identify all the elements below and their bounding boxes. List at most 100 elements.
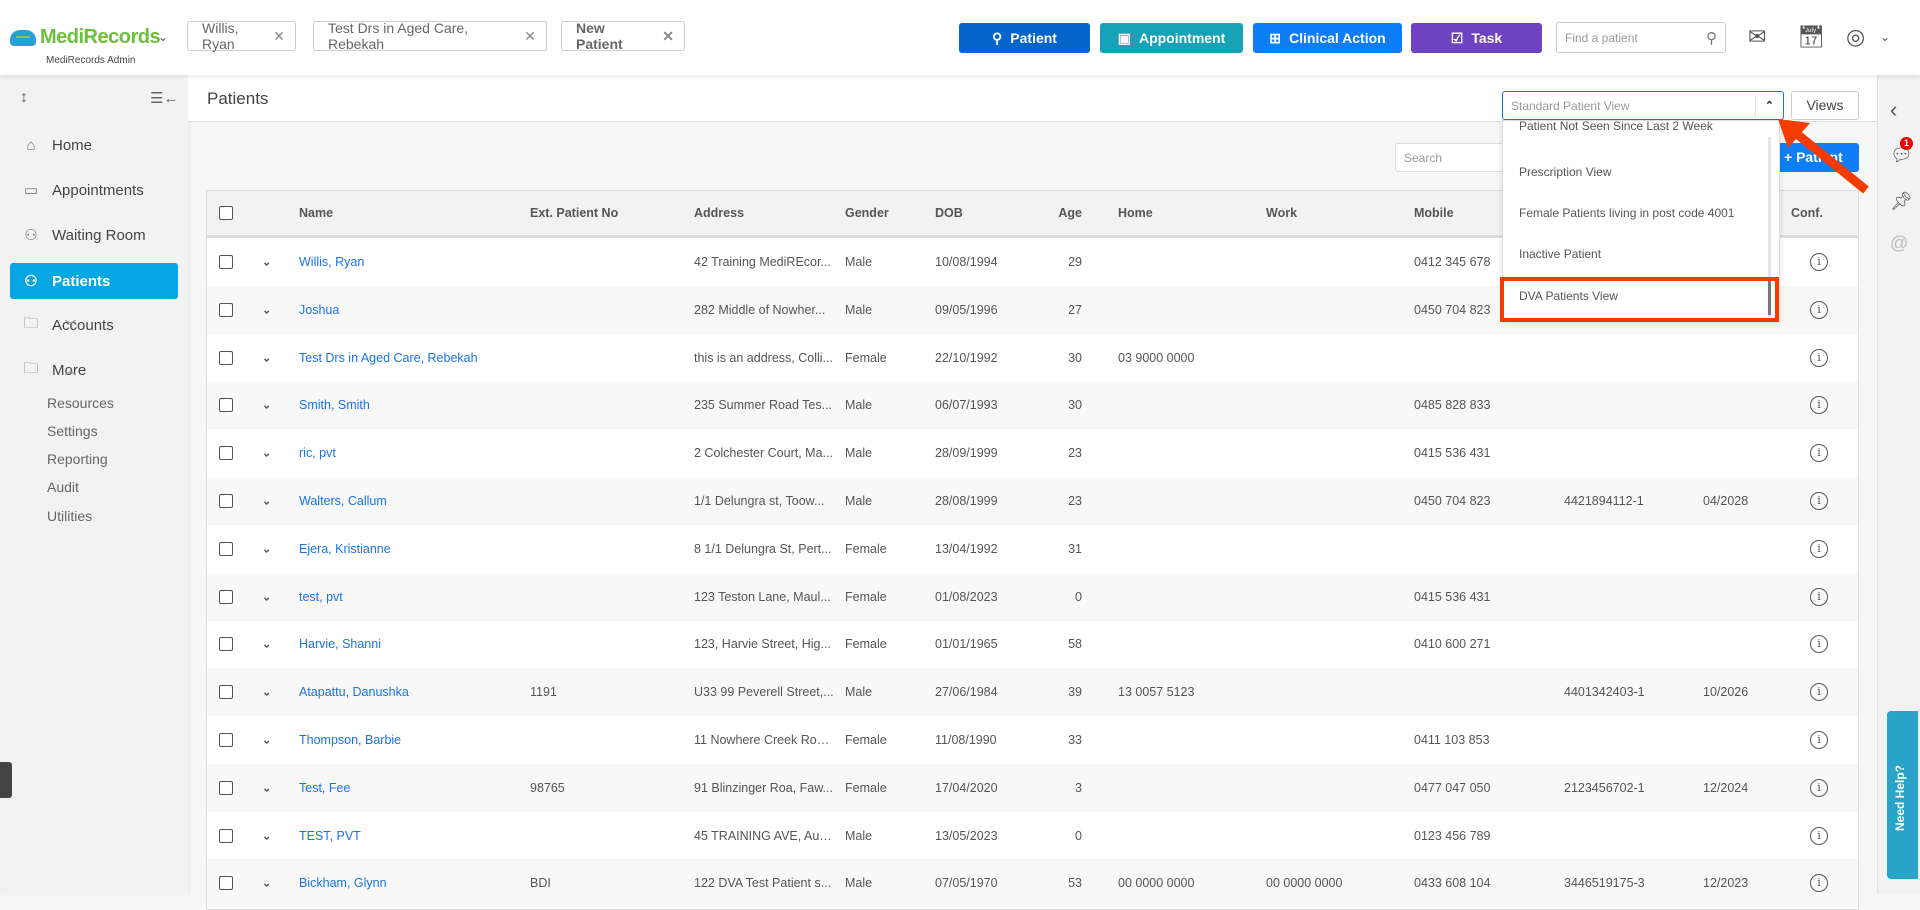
sidebar-item-patients[interactable]: ⚇ Patients [10,263,178,299]
info-icon[interactable]: i [1810,300,1828,319]
patient-tab[interactable]: Test Drs in Aged Care, Rebekah ✕ [313,20,547,52]
sidebar-item-accounts[interactable]: 🗀︎ Accounts ﹀ [10,307,178,343]
row-checkbox[interactable] [219,446,233,461]
cell-name[interactable]: Test, Fee [299,781,350,795]
expand-row-icon[interactable]: ⌄ [262,399,271,412]
expand-row-icon[interactable]: ⌄ [262,829,271,842]
cell-name[interactable]: test, pvt [299,590,343,604]
sidebar-subitem-reporting[interactable]: Reporting [47,451,108,467]
expand-row-icon[interactable]: ⌄ [262,542,271,555]
info-icon[interactable]: i [1810,778,1828,797]
column-header-ext[interactable]: Ext. Patient No [530,206,618,220]
new-appointment-button[interactable]: ▣ Appointment [1100,23,1243,53]
info-icon[interactable]: i [1810,826,1828,845]
side-drawer-handle[interactable] [0,762,12,798]
column-header-gender[interactable]: Gender [845,206,889,220]
row-checkbox[interactable] [219,637,233,652]
cell-name[interactable]: Walters, Callum [299,494,387,508]
column-header-mobile[interactable]: Mobile [1414,206,1454,220]
expand-row-icon[interactable]: ⌄ [262,734,271,747]
patient-view-select[interactable]: Standard Patient View ⌃ [1502,91,1784,120]
info-icon[interactable]: i [1810,683,1828,702]
cell-name[interactable]: Willis, Ryan [299,255,364,269]
expand-row-icon[interactable]: ⌄ [262,303,271,316]
brand-logo[interactable]: MediRecords [10,26,161,49]
expand-row-icon[interactable]: ⌄ [262,495,271,508]
info-icon[interactable]: i [1810,874,1828,893]
row-checkbox[interactable] [219,589,233,604]
row-checkbox[interactable] [219,780,233,795]
collapse-sidebar-icon[interactable]: ☰← [150,89,178,107]
dropdown-option[interactable]: Patient Not Seen Since Last 2 Week [1519,121,1713,133]
info-icon[interactable]: i [1810,253,1828,271]
calendar-check-icon[interactable]: 📅︎ [1797,24,1825,50]
cell-name[interactable]: Test Drs in Aged Care, Rebekah [299,351,478,365]
info-icon[interactable]: i [1810,492,1828,510]
need-help-tab[interactable]: Need Help? [1887,711,1918,879]
row-checkbox[interactable] [219,733,233,747]
clinical-action-button[interactable]: ⊞ Clinical Action [1253,23,1402,53]
close-icon[interactable]: ✕ [273,28,285,45]
info-icon[interactable]: i [1810,731,1828,749]
column-header-home[interactable]: Home [1118,206,1153,220]
cell-name[interactable]: Harvie, Shanni [299,637,381,651]
info-icon[interactable]: i [1810,444,1828,463]
mail-icon[interactable]: ✉ [1748,24,1766,50]
sidebar-item-waiting-room[interactable]: ⚇ Waiting Room [10,217,178,253]
info-icon[interactable]: i [1810,539,1828,558]
row-checkbox[interactable] [219,541,233,556]
find-patient-input[interactable]: Find a patient ⚲ [1556,22,1726,53]
expand-row-icon[interactable]: ⌄ [262,686,271,699]
sidebar-subitem-utilities[interactable]: Utilities [47,508,92,524]
pin-icon[interactable]: 📌︎ [1890,191,1913,212]
cell-name[interactable]: ric, pvt [299,446,336,460]
expand-row-icon[interactable]: ⌄ [262,351,271,364]
row-checkbox[interactable] [219,350,233,365]
patient-tab[interactable]: Willis, Ryan ✕ [187,20,296,52]
cell-name[interactable]: Atapattu, Danushka [299,685,409,699]
expand-row-icon[interactable]: ⌄ [262,877,271,890]
table-search-input[interactable]: Search [1395,143,1505,172]
column-header-work[interactable]: Work [1266,206,1297,220]
row-checkbox[interactable] [219,398,233,413]
new-patient-button[interactable]: ⚲ Patient [959,23,1090,53]
new-patient-tab[interactable]: New Patient ✕ [561,20,685,52]
row-checkbox[interactable] [219,876,233,891]
row-checkbox[interactable] [219,828,233,843]
sidebar-subitem-resources[interactable]: Resources [47,395,114,411]
cell-name[interactable]: Thompson, Barbie [299,733,401,747]
cell-name[interactable]: Joshua [299,303,339,317]
info-icon[interactable]: i [1810,396,1828,415]
user-icon[interactable]: ◎ [1846,24,1865,50]
chevron-down-icon[interactable]: ⌄ [1880,30,1890,44]
select-all-checkbox[interactable] [219,206,233,220]
row-checkbox[interactable] [219,685,233,700]
column-header-name[interactable]: Name [299,206,333,220]
expand-row-icon[interactable]: ⌄ [262,590,271,603]
expand-row-icon[interactable]: ⌄ [262,638,271,651]
cell-name[interactable]: TEST, PVT [299,829,361,843]
row-checkbox[interactable] [219,494,233,508]
info-icon[interactable]: i [1810,635,1828,654]
info-icon[interactable]: i [1810,348,1828,367]
column-header-conf[interactable]: Conf. [1791,206,1823,220]
row-checkbox[interactable] [219,302,233,317]
column-header-dob[interactable]: DOB [935,206,963,220]
at-mention-icon[interactable]: @ [1890,233,1908,254]
sidebar-subitem-audit[interactable]: Audit [47,479,79,495]
cell-name[interactable]: Bickham, Glynn [299,876,387,890]
expand-row-icon[interactable]: ⌄ [262,256,271,269]
expand-row-icon[interactable]: ⌄ [262,447,271,460]
expand-row-icon[interactable]: ⌄ [262,781,271,794]
cell-name[interactable]: Ejera, Kristianne [299,542,391,556]
sidebar-subitem-settings[interactable]: Settings [47,423,98,439]
row-checkbox[interactable] [219,255,233,269]
sidebar-item-more[interactable]: 🗀︎ More ︿ [10,352,178,388]
sidebar-item-appointments[interactable]: ▭ Appointments [10,172,178,208]
chevron-down-icon[interactable]: ⌄ [158,30,168,44]
close-icon[interactable]: ✕ [662,28,674,45]
info-icon[interactable]: i [1810,587,1828,606]
dropdown-option[interactable]: Prescription View [1519,165,1611,179]
new-task-button[interactable]: ☑ Task [1411,23,1542,53]
dropdown-option[interactable]: Female Patients living in post code 4001 [1519,206,1734,220]
